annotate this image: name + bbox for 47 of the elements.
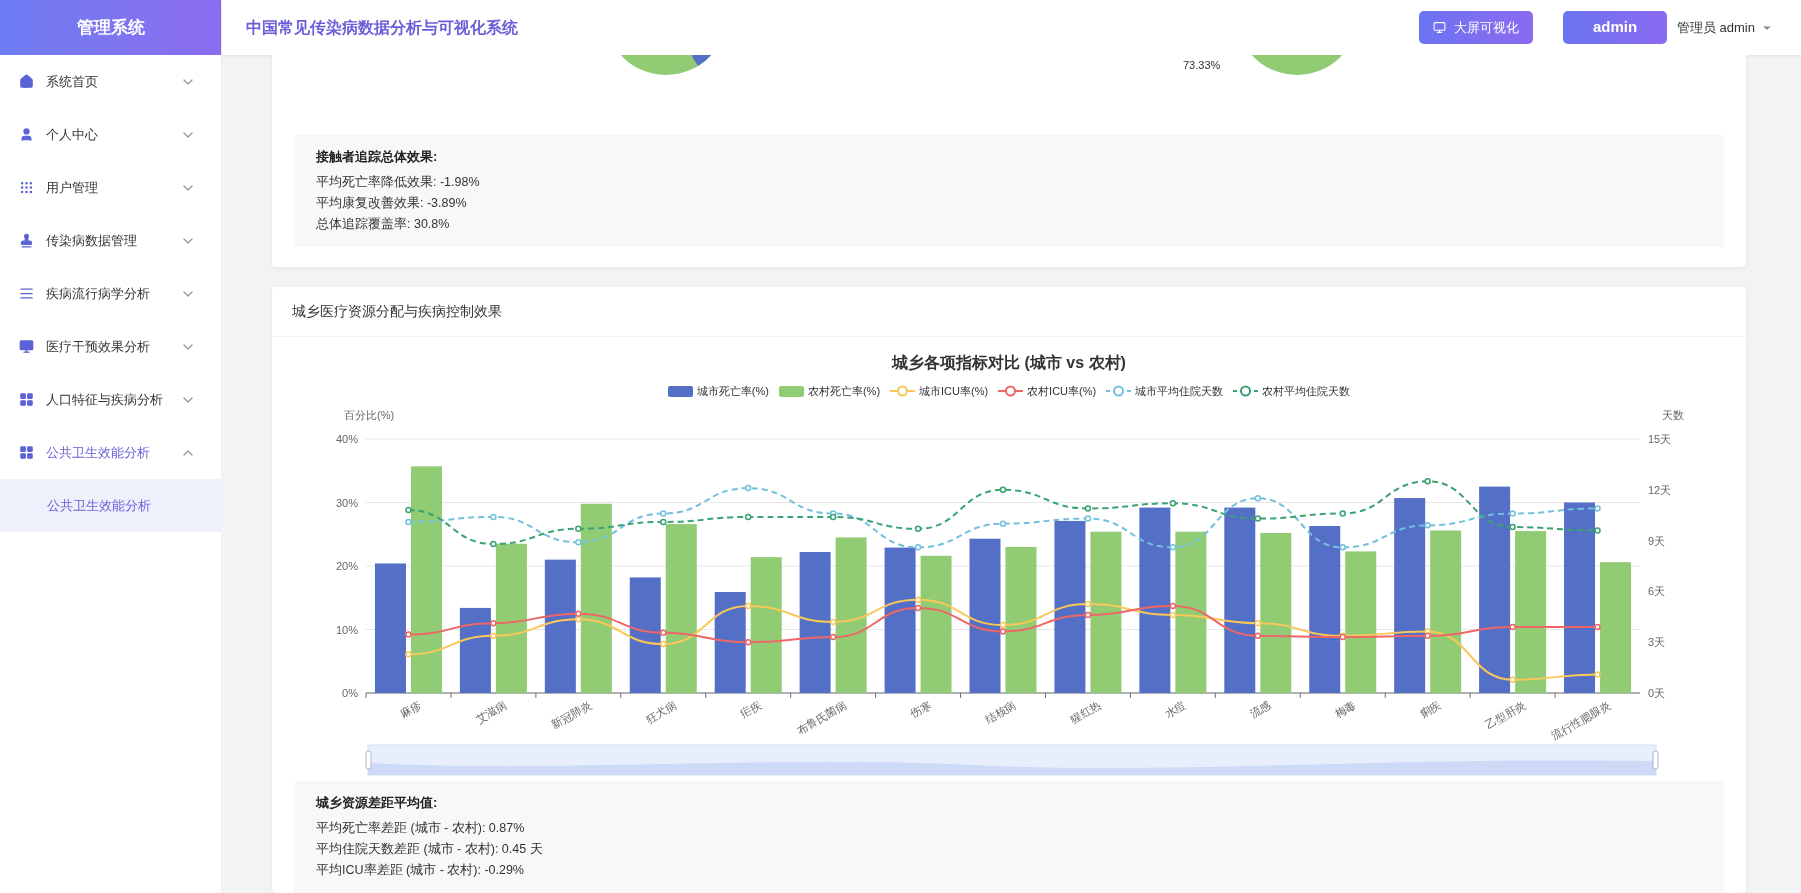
category-label: 流行性腮腺炎 [1549,698,1613,742]
tick-label: 0天 [1648,687,1666,699]
category-label: 伤寒 [908,698,934,720]
tick-label: 3天 [1648,636,1666,649]
legend-label: 城市ICU率(%) [919,383,989,399]
category-label: 狂犬病 [643,698,679,726]
tick-label: 9天 [1648,534,1666,547]
chart-title: 城乡各项指标对比 (城市 vs 农村) [890,352,1127,373]
category-label: 乙型肝炎 [1483,698,1528,731]
tick-label: 6天 [1648,585,1666,598]
category-label: 新冠肺炎 [549,698,594,731]
page-title: 中国常见传染病数据分析与可视化系统 [246,17,519,38]
tick-label: 40% [335,433,358,445]
tick-label: 0% [342,687,358,699]
summary-line: 平均死亡率差距 (城市 - 农村): 0.87% [316,819,526,837]
summary-line: 平均住院天数差距 (城市 - 农村): 0.45 天 [316,840,544,858]
tick-label: 15天 [1648,433,1672,445]
category-label: 流感 [1247,698,1273,720]
category-label: 疟疾 [738,698,764,720]
tick-label: 12天 [1648,483,1672,496]
app-title: 管理系统 [0,0,221,55]
tick-label: 30% [335,496,358,509]
category-label: 梅毒 [1332,698,1358,720]
card-title: 城乡医疗资源分配与疾病控制效果 [272,286,1746,337]
category-label: 麻疹 [398,698,424,720]
summary-title: 接触者追踪总体效果: [316,148,439,166]
tick-label: 10% [335,623,358,636]
category-label: 水痘 [1162,698,1188,720]
axis-title: 天数 [1662,409,1684,421]
category-label: 结核病 [983,698,1018,726]
legend-label: 农村ICU率(%) [1027,383,1097,399]
pie-label: 73.33% [1183,58,1221,73]
summary-line: 平均康复改善效果: -3.89% [316,194,468,212]
category-label: 猩红热 [1068,698,1103,726]
legend-label: 农村死亡率(%) [807,383,881,399]
axis-title: 百分比(%) [344,409,395,421]
legend-label: 城市死亡率(%) [696,383,769,399]
summary-title: 城乡资源差距平均值: [316,794,439,812]
tick-label: 20% [335,560,358,572]
category-label: 痢疾 [1417,698,1443,720]
legend-label: 农村平均住院天数 [1262,383,1351,399]
category-label: 艾滋病 [473,698,509,726]
legend-label: 城市平均住院天数 [1135,383,1224,399]
summary-line: 平均ICU率差距 (城市 - 农村): -0.29% [316,861,525,879]
summary-line: 总体追踪覆盖率: 30.8% [316,215,451,233]
summary-line: 平均死亡率降低效果: -1.98% [316,173,481,191]
category-label: 布鲁氏菌病 [794,698,849,737]
